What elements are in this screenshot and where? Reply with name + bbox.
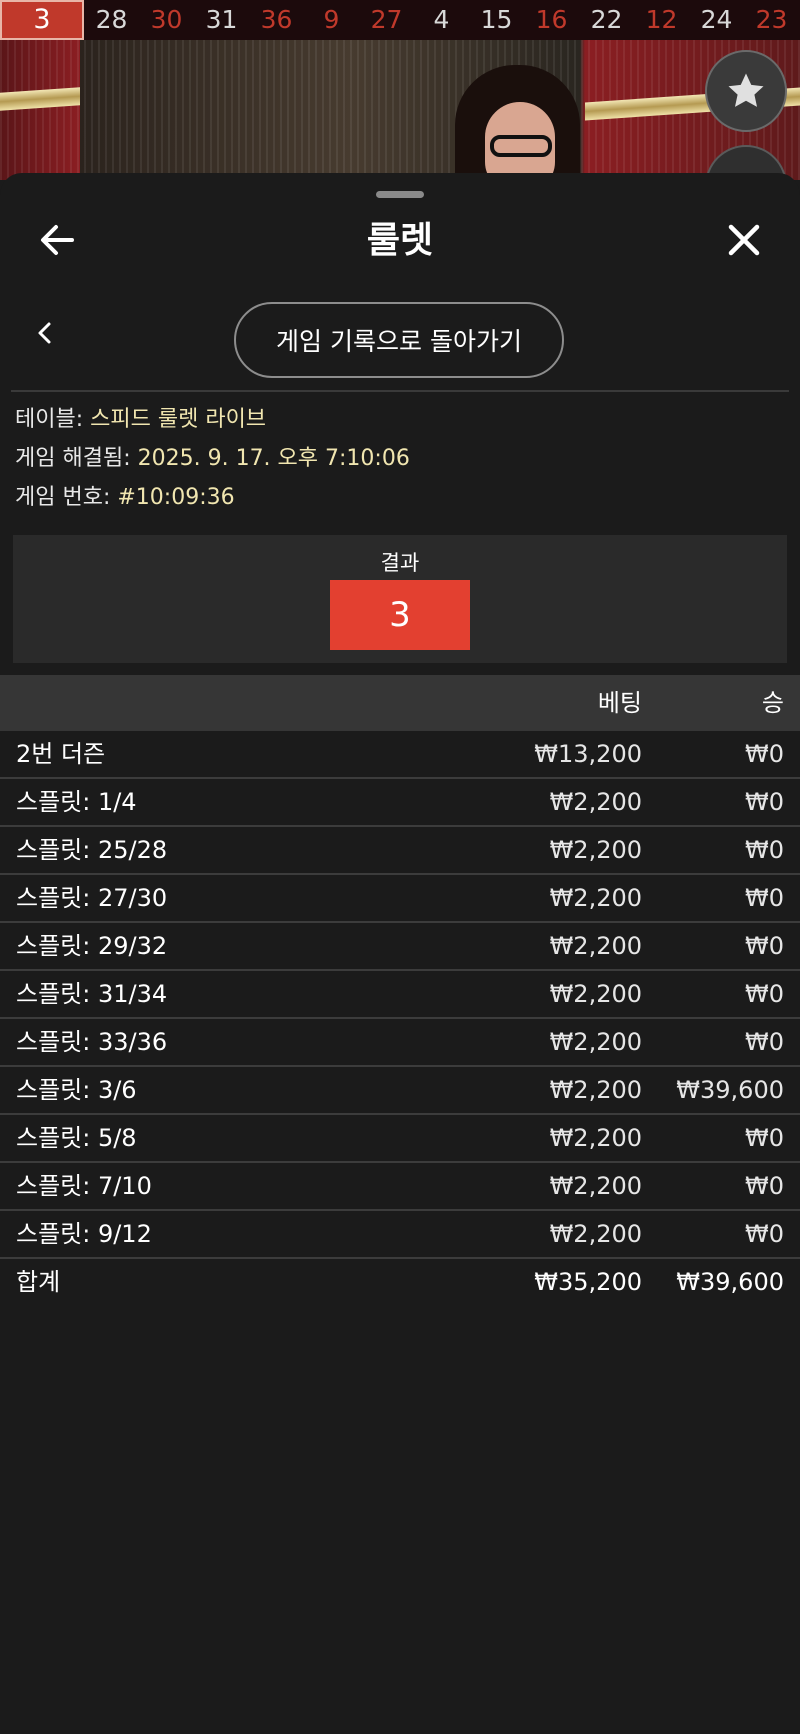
table-label: 테이블: (15, 407, 91, 432)
history-number: 30 (150, 5, 183, 34)
table-row: 스플릿: 3/6 ₩2,200 ₩39,600 (0, 1067, 800, 1115)
bets-table-header: 베팅 승 (0, 675, 800, 731)
bet-name: 스플릿: 5/8 (16, 1124, 137, 1152)
bet-name: 스플릿: 29/32 (16, 932, 168, 960)
bet-amount: ₩2,200 (549, 788, 642, 816)
bet-amount: ₩2,200 (549, 1172, 642, 1200)
table-row: 스플릿: 5/8 ₩2,200 ₩0 (0, 1115, 800, 1163)
win-amount: ₩0 (745, 980, 784, 1008)
bet-amount: ₩2,200 (549, 1076, 642, 1104)
resolved-info: 게임 해결됨: 2025. 9. 17. 오후 7:10:06 (15, 444, 410, 474)
resolved-label: 게임 해결됨: (15, 446, 138, 471)
bet-name: 스플릿: 31/34 (16, 980, 168, 1008)
page-title: 룰렛 (366, 220, 434, 261)
game-detail-sheet: 룰렛 게임 기록으로 돌아가기 테이블: 스피드 룰렛 라이브 게임 해결됨: … (0, 173, 800, 1734)
bet-amount: ₩2,200 (549, 932, 642, 960)
bet-name: 스플릿: 25/28 (16, 836, 168, 864)
favorite-button[interactable] (705, 50, 787, 132)
history-number: 9 (323, 5, 340, 34)
bet-name: 스플릿: 27/30 (16, 884, 168, 912)
history-number: 12 (645, 5, 678, 34)
bets-table-body: 2번 더즌 ₩13,200 ₩0 스플릿: 1/4 ₩2,200 ₩0 스플릿: 25/28… (0, 731, 800, 1305)
table-row: 스플릿: 29/32 ₩2,200 ₩0 (0, 923, 800, 971)
game-number-label: 게임 번호: (15, 485, 118, 510)
bet-name: 스플릿: 33/36 (16, 1028, 168, 1056)
game-number-value: #10:09:36 (117, 485, 235, 510)
bet-amount: ₩2,200 (549, 1220, 642, 1248)
resolved-value: 2025. 9. 17. 오후 7:10:06 (137, 446, 410, 471)
history-number: 28 (95, 5, 128, 34)
table-row: 스플릿: 1/4 ₩2,200 ₩0 (0, 779, 800, 827)
table-value: 스피드 룰렛 라이브 (90, 407, 267, 432)
total-row: 합계 ₩35,200 ₩39,600 (0, 1259, 800, 1305)
history-number: 16 (535, 5, 568, 34)
history-number: 27 (370, 5, 403, 34)
table-row: 스플릿: 7/10 ₩2,200 ₩0 (0, 1163, 800, 1211)
divider (11, 390, 789, 392)
bet-name: 스플릿: 7/10 (16, 1172, 152, 1200)
star-icon (728, 73, 764, 107)
return-to-history-button[interactable]: 게임 기록으로 돌아가기 (234, 302, 564, 378)
bet-amount: ₩35,200 (534, 1268, 642, 1296)
win-amount: ₩0 (745, 836, 784, 864)
history-number: 23 (755, 5, 788, 34)
win-amount: ₩0 (745, 788, 784, 816)
result-label: 결과 (380, 551, 420, 575)
bet-amount: ₩2,200 (549, 980, 642, 1008)
history-number: 24 (700, 5, 733, 34)
history-number: 4 (433, 5, 450, 34)
win-amount: ₩0 (745, 740, 784, 768)
results-history-strip: 3 28 30 31 36 9 27 4 15 16 22 12 24 23 (0, 0, 800, 40)
dealer-glasses (490, 135, 552, 157)
chevron-left-icon (38, 322, 51, 344)
close-button[interactable] (722, 218, 766, 262)
close-icon (728, 224, 760, 256)
curtain-band-left (0, 87, 80, 111)
live-video-feed (0, 40, 800, 180)
bet-name: 스플릿: 9/12 (16, 1220, 152, 1248)
table-row: 스플릿: 9/12 ₩2,200 ₩0 (0, 1211, 800, 1259)
win-amount: ₩0 (745, 932, 784, 960)
history-number: 22 (590, 5, 623, 34)
history-number: 31 (205, 5, 238, 34)
table-row: 스플릿: 25/28 ₩2,200 ₩0 (0, 827, 800, 875)
table-row: 스플릿: 33/36 ₩2,200 ₩0 (0, 1019, 800, 1067)
bet-name: 합계 (16, 1268, 61, 1296)
bet-name: 스플릿: 3/6 (16, 1076, 137, 1104)
bet-amount: ₩2,200 (549, 1124, 642, 1152)
win-amount: ₩0 (745, 1172, 784, 1200)
column-header-win: 승 (761, 689, 784, 717)
sheet-grabber[interactable] (376, 191, 424, 198)
previous-game-button[interactable] (30, 318, 60, 348)
history-number: 15 (480, 5, 513, 34)
bet-amount: ₩2,200 (549, 884, 642, 912)
table-info: 테이블: 스피드 룰렛 라이브 (15, 405, 266, 435)
result-number-badge: 3 (330, 580, 470, 650)
bet-name: 2번 더즌 (16, 740, 106, 768)
table-row: 스플릿: 27/30 ₩2,200 ₩0 (0, 875, 800, 923)
table-row: 2번 더즌 ₩13,200 ₩0 (0, 731, 800, 779)
history-latest-number: 3 (0, 0, 84, 40)
history-number: 36 (260, 5, 293, 34)
win-amount: ₩39,600 (676, 1076, 784, 1104)
bet-amount: ₩2,200 (549, 836, 642, 864)
win-amount: ₩0 (745, 884, 784, 912)
column-header-bet: 베팅 (597, 689, 642, 717)
game-number-info: 게임 번호: #10:09:36 (15, 483, 235, 513)
bet-name: 스플릿: 1/4 (16, 788, 137, 816)
win-amount: ₩0 (745, 1028, 784, 1056)
result-panel: 결과 3 (13, 535, 787, 663)
table-row: 스플릿: 31/34 ₩2,200 ₩0 (0, 971, 800, 1019)
bet-amount: ₩13,200 (534, 740, 642, 768)
bet-amount: ₩2,200 (549, 1028, 642, 1056)
win-amount: ₩0 (745, 1220, 784, 1248)
win-amount: ₩39,600 (676, 1268, 784, 1296)
win-amount: ₩0 (745, 1124, 784, 1152)
